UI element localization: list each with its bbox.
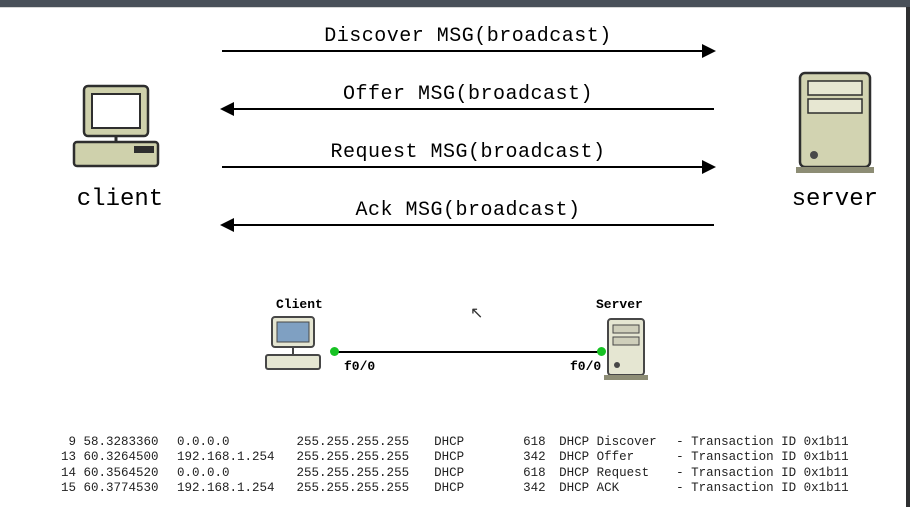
table-row: 14 60.3564520 0.0.0.0 255.255.255.255 DH…	[46, 466, 849, 482]
client-label: client	[70, 186, 170, 213]
col-dst: 255.255.255.255	[297, 481, 427, 497]
arrow-label: Offer MSG(broadcast)	[218, 83, 718, 106]
col-src: 192.168.1.254	[177, 450, 289, 466]
col-no: 9	[46, 435, 76, 451]
col-len: 618	[510, 435, 552, 451]
client-endpoint: client	[70, 82, 170, 213]
arrow-right-icon	[222, 50, 714, 52]
interface-left-label: f0/0	[344, 359, 375, 374]
mini-topology-diagram: Client Server f0/0 f0/0	[236, 297, 696, 407]
desktop-computer-icon	[70, 82, 170, 177]
col-info: DHCP ACK - Transaction ID 0x1b11	[559, 481, 849, 497]
mini-link-line	[334, 351, 602, 353]
table-row: 9 58.3283360 0.0.0.0 255.255.255.255 DHC…	[46, 435, 849, 451]
arrow-right-icon	[222, 166, 714, 168]
mouse-cursor-icon: ↖	[470, 303, 483, 323]
mini-client-label: Client	[276, 297, 323, 312]
message-arrows: Discover MSG(broadcast) Offer MSG(broadc…	[218, 25, 718, 257]
col-time: 58.3283360	[84, 435, 170, 451]
col-proto: DHCP	[434, 481, 502, 497]
arrow-label: Request MSG(broadcast)	[218, 141, 718, 164]
packet-capture-table: 9 58.3283360 0.0.0.0 255.255.255.255 DHC…	[46, 435, 849, 498]
mini-server-label: Server	[596, 297, 643, 312]
link-up-dot-icon	[597, 347, 606, 356]
col-proto: DHCP	[434, 466, 502, 482]
arrow-left-icon	[222, 108, 714, 110]
col-time: 60.3774530	[84, 481, 170, 497]
col-time: 60.3264500	[84, 450, 170, 466]
col-proto: DHCP	[434, 435, 502, 451]
arrow-left-icon	[222, 224, 714, 226]
table-row: 15 60.3774530 192.168.1.254 255.255.255.…	[46, 481, 849, 497]
col-proto: DHCP	[434, 450, 502, 466]
col-len: 342	[510, 481, 552, 497]
server-icon	[792, 69, 878, 177]
link-up-dot-icon	[330, 347, 339, 356]
mini-server-icon	[602, 317, 650, 388]
server-endpoint: server	[792, 69, 878, 213]
col-info: DHCP Offer - Transaction ID 0x1b11	[559, 450, 849, 466]
table-row: 13 60.3264500 192.168.1.254 255.255.255.…	[46, 450, 849, 466]
col-no: 13	[46, 450, 76, 466]
arrow-row-offer: Offer MSG(broadcast)	[218, 83, 718, 141]
arrow-row-ack: Ack MSG(broadcast)	[218, 199, 718, 257]
col-info: DHCP Discover - Transaction ID 0x1b11	[559, 435, 849, 451]
col-no: 14	[46, 466, 76, 482]
col-src: 0.0.0.0	[177, 466, 289, 482]
col-len: 618	[510, 466, 552, 482]
col-src: 0.0.0.0	[177, 435, 289, 451]
col-dst: 255.255.255.255	[297, 435, 427, 451]
col-info: DHCP Request - Transaction ID 0x1b11	[559, 466, 849, 482]
col-dst: 255.255.255.255	[297, 466, 427, 482]
col-time: 60.3564520	[84, 466, 170, 482]
col-src: 192.168.1.254	[177, 481, 289, 497]
col-no: 15	[46, 481, 76, 497]
arrow-row-request: Request MSG(broadcast)	[218, 141, 718, 199]
arrow-label: Discover MSG(broadcast)	[218, 25, 718, 48]
dhcp-sequence-diagram: client server Discover MSG(broadcast) Of…	[0, 7, 910, 287]
col-dst: 255.255.255.255	[297, 450, 427, 466]
interface-right-label: f0/0	[570, 359, 601, 374]
mini-desktop-icon	[264, 315, 328, 380]
arrow-row-discover: Discover MSG(broadcast)	[218, 25, 718, 83]
arrow-label: Ack MSG(broadcast)	[218, 199, 718, 222]
server-label: server	[792, 186, 878, 213]
col-len: 342	[510, 450, 552, 466]
